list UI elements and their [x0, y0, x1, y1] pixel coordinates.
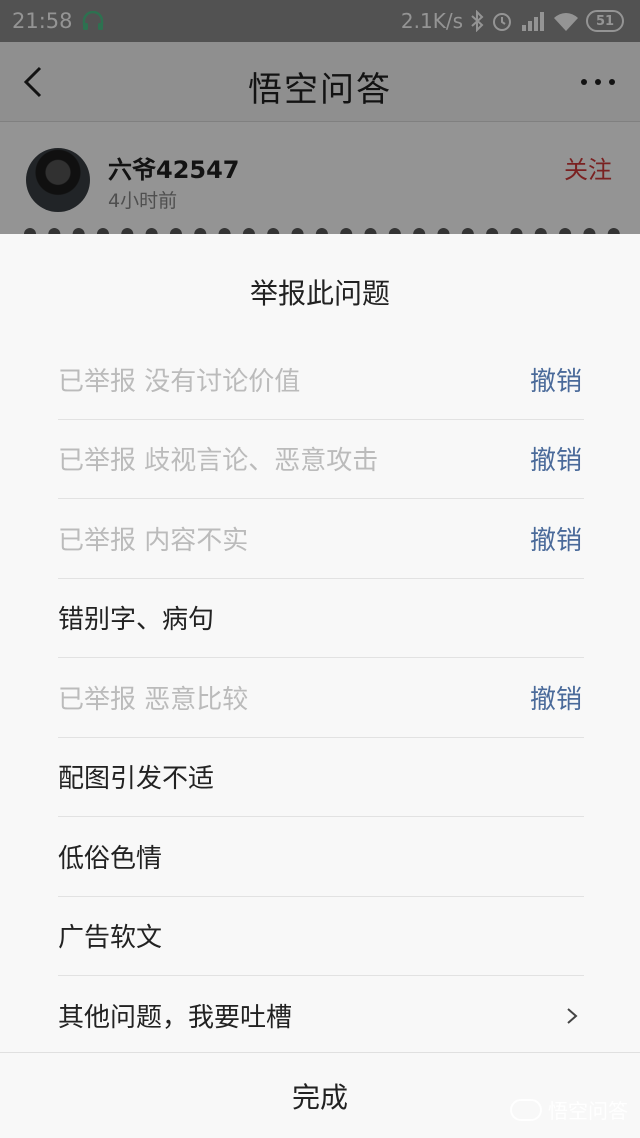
report-item-false-content: 已举报 内容不实 撤销 — [58, 499, 584, 579]
revoke-button[interactable]: 撤销 — [530, 440, 582, 477]
report-item-label: 已举报 内容不实 — [58, 525, 249, 556]
report-item-label: 错别字、病句 — [58, 605, 215, 636]
report-item-other[interactable]: 其他问题，我要吐槽 — [58, 976, 584, 1056]
report-item-typos[interactable]: 错别字、病句 — [58, 579, 584, 658]
report-item-label: 其他问题，我要吐槽 — [58, 1003, 293, 1034]
watermark: 悟空问答 — [510, 1095, 628, 1124]
dim-overlay[interactable] — [0, 0, 640, 234]
report-item-label: 已举报 恶意比较 — [58, 684, 249, 715]
watermark-logo-icon — [510, 1098, 542, 1121]
report-sheet: 举报此问题 已举报 没有讨论价值 撤销 已举报 歧视言论、恶意攻击 撤销 已举报… — [0, 234, 640, 1138]
revoke-button[interactable]: 撤销 — [530, 361, 582, 398]
report-item-discrimination: 已举报 歧视言论、恶意攻击 撤销 — [58, 420, 584, 499]
report-item-label: 配图引发不适 — [58, 764, 215, 795]
report-item-label: 低俗色情 — [58, 843, 163, 874]
report-item-disturbing-image[interactable]: 配图引发不适 — [58, 738, 584, 817]
report-item-no-value: 已举报 没有讨论价值 撤销 — [58, 340, 584, 420]
report-item-label: 广告软文 — [58, 923, 163, 954]
revoke-button[interactable]: 撤销 — [530, 679, 582, 716]
report-item-label: 已举报 没有讨论价值 — [58, 366, 301, 397]
report-item-advertising[interactable]: 广告软文 — [58, 897, 584, 976]
sheet-title: 举报此问题 — [249, 277, 390, 310]
report-item-label: 已举报 歧视言论、恶意攻击 — [58, 446, 379, 477]
done-button[interactable]: 完成 — [292, 1076, 348, 1116]
watermark-text: 悟空问答 — [548, 1099, 628, 1123]
chevron-right-icon — [567, 1007, 578, 1024]
report-item-vulgar[interactable]: 低俗色情 — [58, 817, 584, 897]
screen: 21:58 2.1K/s 51 悟空问答 六爷42547 4小时前 关注 举报此… — [0, 0, 640, 1138]
report-list: 已举报 没有讨论价值 撤销 已举报 歧视言论、恶意攻击 撤销 已举报 内容不实 … — [58, 340, 584, 1056]
revoke-button[interactable]: 撤销 — [530, 520, 582, 557]
report-item-malicious-comparison: 已举报 恶意比较 撤销 — [58, 658, 584, 738]
